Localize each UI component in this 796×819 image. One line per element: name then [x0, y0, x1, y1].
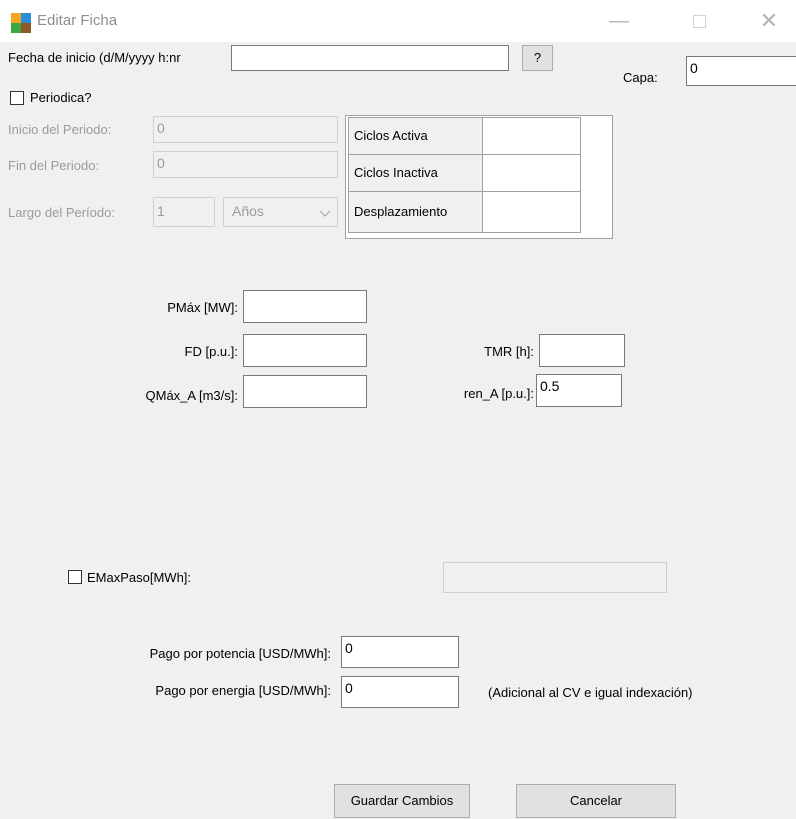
help-button[interactable]: ?	[522, 45, 553, 71]
unidad-select[interactable]: Años	[223, 197, 338, 227]
tmr-input[interactable]	[539, 334, 625, 367]
ciclos-inactiva-cell[interactable]	[482, 154, 581, 192]
inicio-periodo-input[interactable]: 0	[153, 116, 338, 143]
pago-note: (Adicional al CV e igual indexación)	[488, 685, 693, 700]
fecha-inicio-label: Fecha de inicio (d/M/yyyy h:nr	[8, 50, 181, 65]
periodica-label: Periodica?	[30, 90, 92, 105]
periodica-checkbox[interactable]	[10, 91, 24, 105]
emaxpaso-input[interactable]	[443, 562, 667, 593]
maximize-button[interactable]	[679, 6, 719, 36]
desplazamiento-header: Desplazamiento	[348, 191, 483, 233]
largo-periodo-label: Largo del Período:	[8, 205, 115, 220]
qmax-label: QMáx_A [m3/s]:	[145, 388, 238, 403]
app-icon	[11, 13, 31, 33]
ciclos-activa-cell[interactable]	[482, 117, 581, 155]
pago-potencia-input[interactable]: 0	[341, 636, 459, 668]
pago-potencia-label: Pago por potencia [USD/MWh]:	[149, 646, 331, 661]
chevron-down-icon	[319, 203, 331, 225]
tmr-label: TMR [h]:	[484, 344, 534, 359]
largo-periodo-input[interactable]: 1	[153, 197, 215, 227]
inicio-periodo-label: Inicio del Periodo:	[8, 122, 112, 137]
close-button[interactable]: ✕	[749, 6, 789, 36]
emaxpaso-label: EMaxPaso[MWh]:	[87, 570, 192, 585]
fd-input[interactable]	[243, 334, 367, 367]
window-title: Editar Ficha	[37, 12, 118, 29]
maximize-icon	[692, 15, 706, 28]
ren-label: ren_A [p.u.]:	[463, 386, 534, 401]
ren-input[interactable]: 0.5	[536, 374, 622, 407]
title-bar	[0, 0, 796, 42]
desplazamiento-cell[interactable]	[482, 191, 581, 233]
emaxpaso-checkbox[interactable]	[68, 570, 82, 584]
capa-label: Capa:	[623, 70, 658, 85]
pago-energia-label: Pago por energia [USD/MWh]:	[155, 683, 331, 698]
pmax-input[interactable]	[243, 290, 367, 323]
pago-energia-input[interactable]: 0	[341, 676, 459, 708]
fin-periodo-label: Fin del Periodo:	[8, 158, 100, 173]
pmax-label: PMáx [MW]:	[167, 300, 238, 315]
ciclos-inactiva-header: Ciclos Inactiva	[348, 154, 483, 192]
capa-input[interactable]: 0	[686, 56, 796, 86]
minimize-button[interactable]: —	[599, 6, 639, 36]
guardar-cambios-button[interactable]: Guardar Cambios	[334, 784, 470, 818]
cancelar-button[interactable]: Cancelar	[516, 784, 676, 818]
fin-periodo-input[interactable]: 0	[153, 151, 338, 178]
fd-label: FD [p.u.]:	[184, 344, 238, 359]
qmax-input[interactable]	[243, 375, 367, 408]
fecha-inicio-input[interactable]	[231, 45, 509, 71]
ciclos-activa-header: Ciclos Activa	[348, 117, 483, 155]
unidad-select-value: Años	[232, 203, 264, 219]
